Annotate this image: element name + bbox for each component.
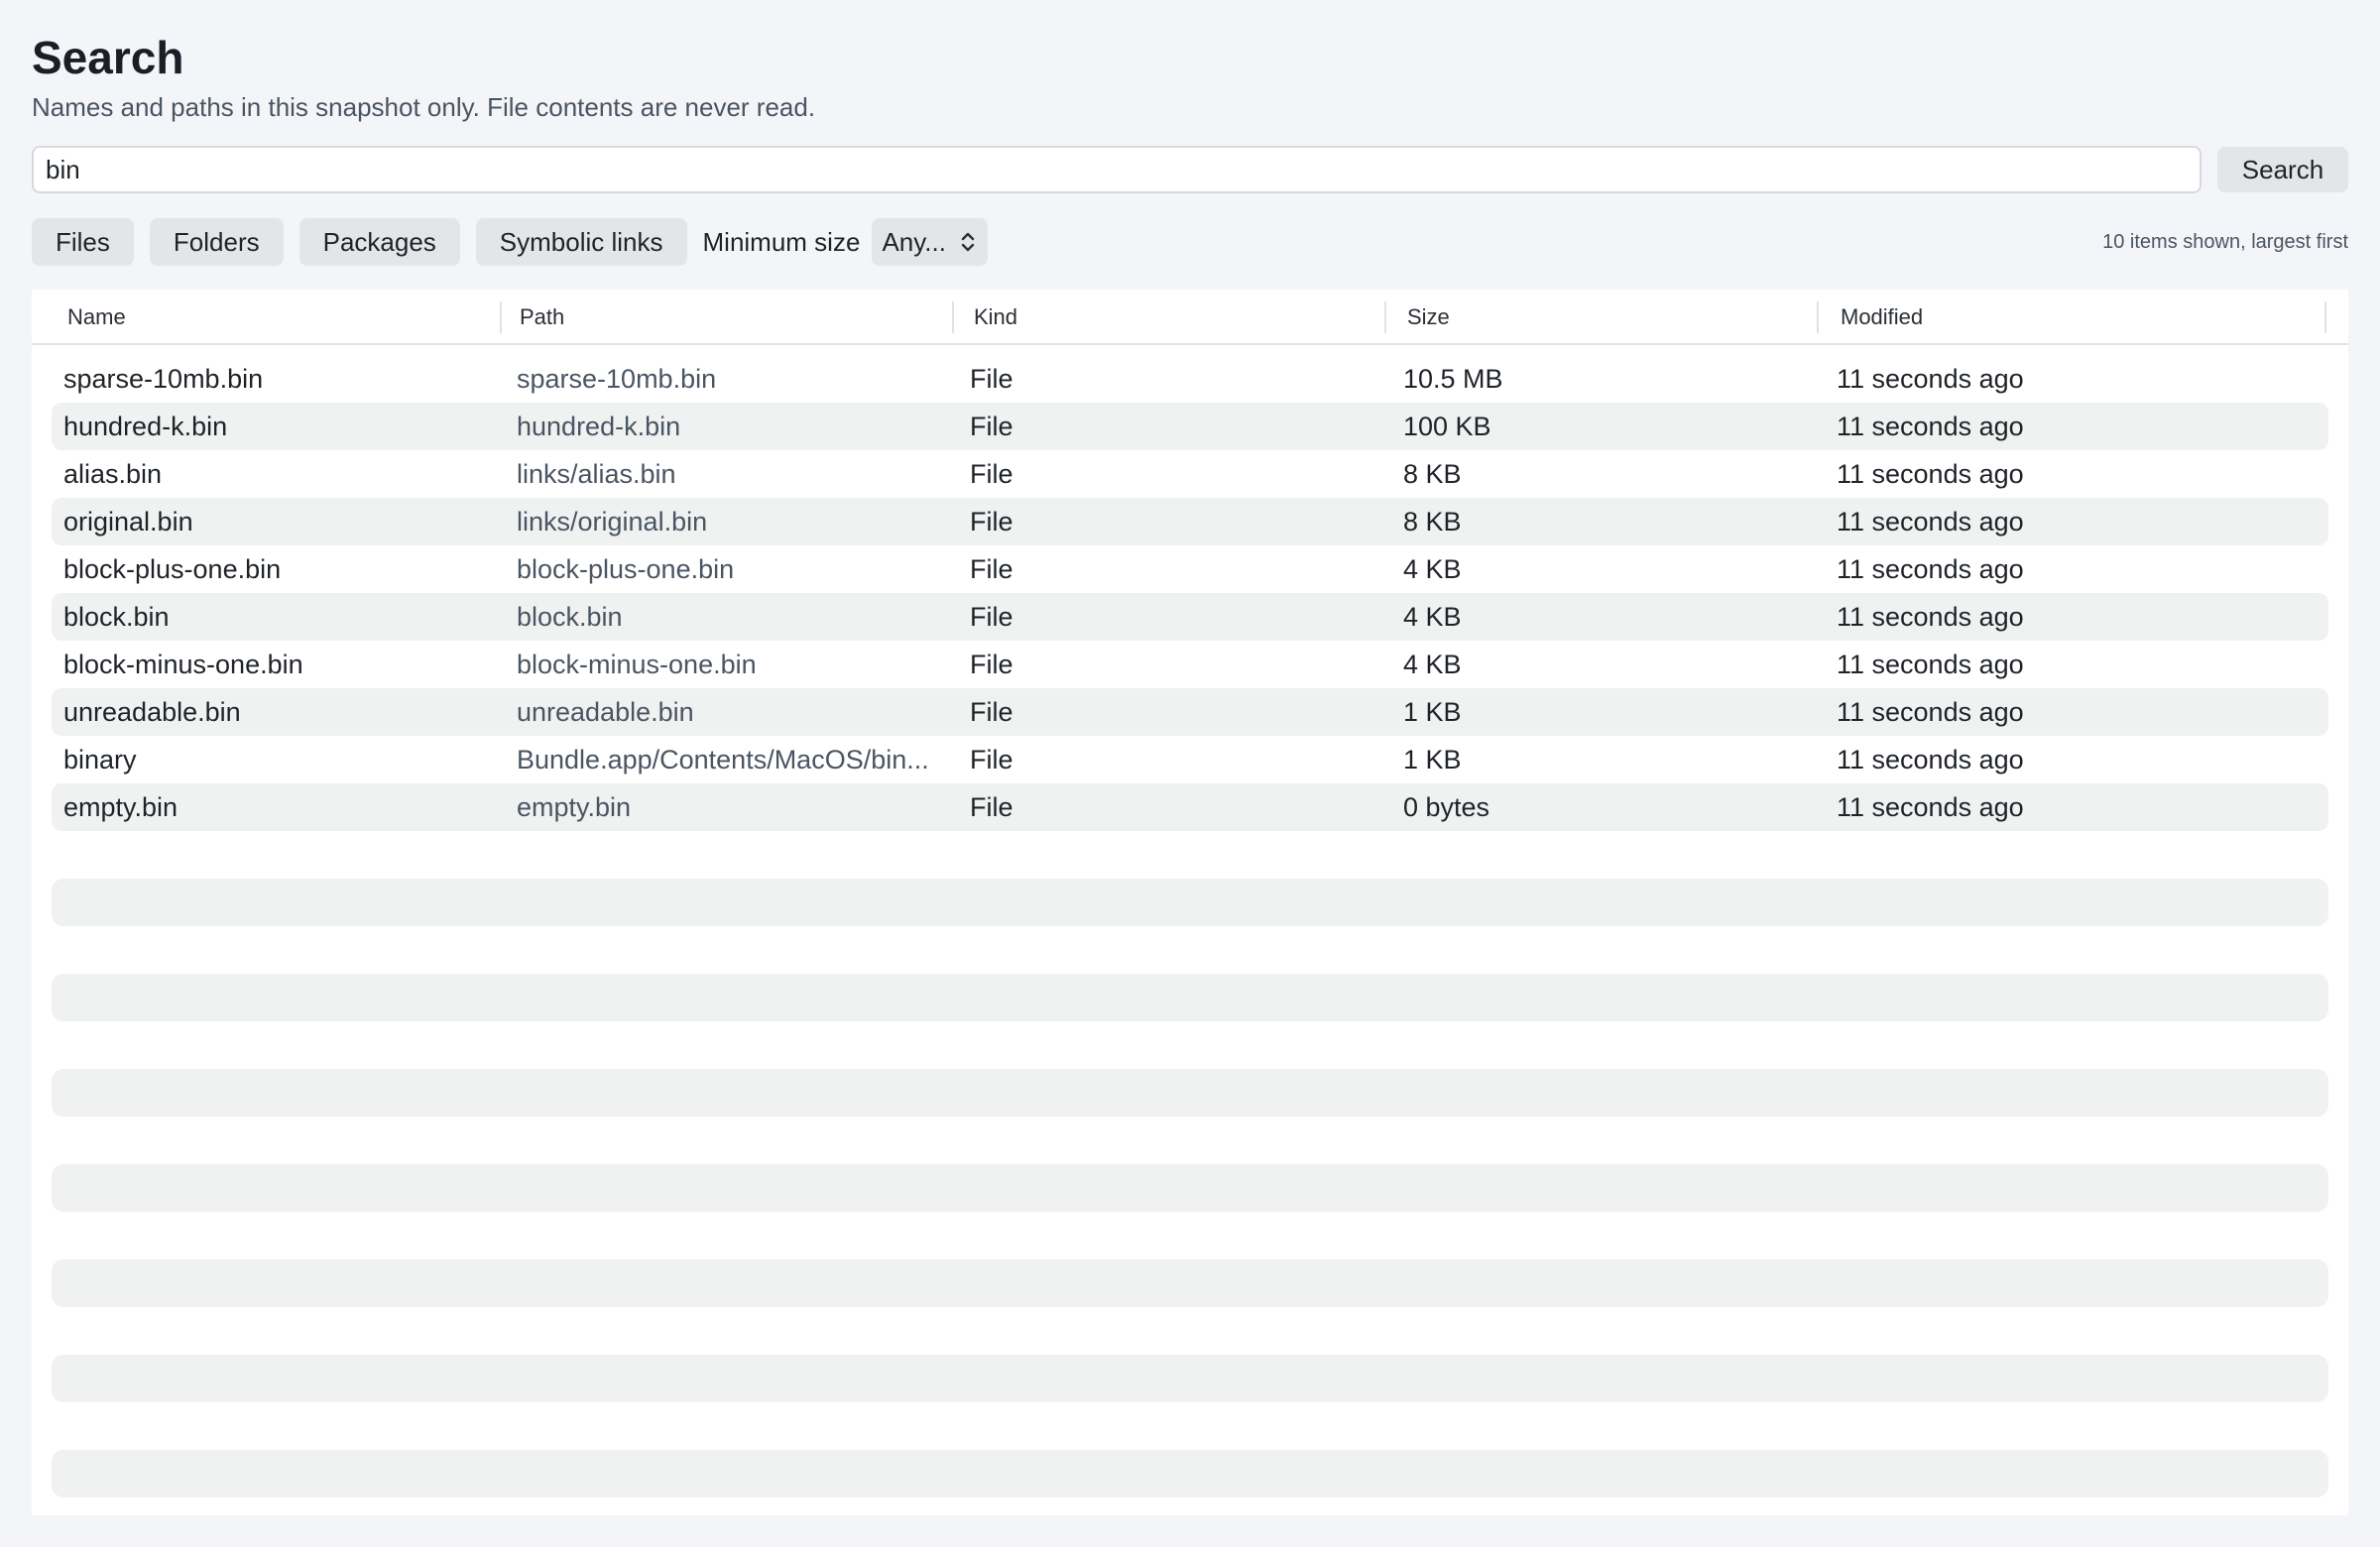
cell-kind: File [970,697,1013,727]
table-row[interactable]: original.bin links/original.bin File 8 K… [52,498,2328,545]
filter-chip-files[interactable]: Files [32,218,134,266]
cell-kind: File [970,650,1013,679]
cell-size: 0 bytes [1403,792,1490,822]
column-divider[interactable] [500,301,502,333]
page-subtitle: Names and paths in this snapshot only. F… [32,92,816,122]
filter-chip-packages[interactable]: Packages [298,218,460,266]
cell-name: hundred-k.bin [63,412,228,441]
cell-name: sparse-10mb.bin [63,364,264,394]
cell-name: alias.bin [63,459,163,489]
table-row[interactable]: block-plus-one.bin block-plus-one.bin Fi… [52,545,2328,593]
cell-modified: 11 seconds ago [1837,459,2024,489]
cell-name: block.bin [63,602,170,632]
empty-row-stripe [52,1450,2328,1497]
search-page: Search Names and paths in this snapshot … [32,0,2348,1547]
cell-path: hundred-k.bin [517,412,681,441]
cell-size: 100 KB [1403,412,1491,441]
cell-path: block.bin [517,602,623,632]
cell-path: links/original.bin [517,507,708,536]
cell-name: unreadable.bin [63,697,241,727]
empty-row-stripe [52,1164,2328,1212]
cell-size: 4 KB [1403,554,1462,584]
empty-row-stripe [52,1355,2328,1402]
cell-path: empty.bin [517,792,632,822]
table-row[interactable]: unreadable.bin unreadable.bin File 1 KB … [52,688,2328,736]
cell-kind: File [970,602,1013,632]
page-title: Search [32,32,184,83]
column-header-name[interactable]: Name [67,301,126,333]
cell-modified: 11 seconds ago [1837,650,2024,679]
column-header-size[interactable]: Size [1407,301,1450,333]
up-down-chevron-icon [960,230,976,254]
cell-modified: 11 seconds ago [1837,602,2024,632]
cell-kind: File [970,507,1013,536]
cell-path: Bundle.app/Contents/MacOS/bin... [517,745,929,774]
cell-path: unreadable.bin [517,697,694,727]
cell-kind: File [970,459,1013,489]
column-divider[interactable] [1817,301,1819,333]
empty-row-stripe [52,1259,2328,1307]
cell-kind: File [970,745,1013,774]
cell-name: block-minus-one.bin [63,650,303,679]
cell-kind: File [970,364,1013,394]
cell-size: 4 KB [1403,650,1462,679]
cell-modified: 11 seconds ago [1837,745,2024,774]
filter-chip-folders[interactable]: Folders [149,218,284,266]
cell-path: block-minus-one.bin [517,650,757,679]
search-button[interactable]: Search [2217,147,2348,192]
cell-path: block-plus-one.bin [517,554,735,584]
cell-size: 1 KB [1403,697,1462,727]
cell-kind: File [970,792,1013,822]
minimum-size-value: Any... [882,226,946,257]
empty-row-stripe [52,974,2328,1021]
table-row[interactable]: block.bin block.bin File 4 KB 11 seconds… [52,593,2328,641]
empty-row-stripe [52,879,2328,926]
minimum-size-select[interactable]: Any... [872,218,988,266]
cell-kind: File [970,412,1013,441]
cell-name: binary [63,745,137,774]
table-row[interactable]: sparse-10mb.bin sparse-10mb.bin File 10.… [52,355,2328,403]
cell-modified: 11 seconds ago [1837,554,2024,584]
table-row[interactable]: empty.bin empty.bin File 0 bytes 11 seco… [52,783,2328,831]
cell-modified: 11 seconds ago [1837,507,2024,536]
cell-modified: 11 seconds ago [1837,792,2024,822]
cell-kind: File [970,554,1013,584]
column-header-path[interactable]: Path [520,301,564,333]
cell-path: links/alias.bin [517,459,676,489]
table-header: Name Path Kind Size Modified [32,290,2348,345]
cell-size: 1 KB [1403,745,1462,774]
filter-bar: Files Folders Packages Symbolic links Mi… [32,218,988,266]
cell-size: 10.5 MB [1403,364,1503,394]
cell-size: 8 KB [1403,507,1462,536]
table-row[interactable]: block-minus-one.bin block-minus-one.bin … [52,641,2328,688]
cell-name: block-plus-one.bin [63,554,282,584]
column-divider[interactable] [1384,301,1386,333]
table-row[interactable]: alias.bin links/alias.bin File 8 KB 11 s… [52,450,2328,498]
table-row[interactable]: hundred-k.bin hundred-k.bin File 100 KB … [52,403,2328,450]
cell-size: 8 KB [1403,459,1462,489]
table-row[interactable]: binary Bundle.app/Contents/MacOS/bin... … [52,736,2328,783]
column-header-modified[interactable]: Modified [1841,301,1923,333]
minimum-size-label: Minimum size [702,226,861,257]
cell-modified: 11 seconds ago [1837,364,2024,394]
search-input[interactable] [32,146,2202,193]
results-table: Name Path Kind Size Modified sparse-10mb… [32,290,2348,1515]
filter-chip-symbolic-links[interactable]: Symbolic links [475,218,687,266]
column-header-kind[interactable]: Kind [974,301,1017,333]
cell-name: original.bin [63,507,193,536]
cell-size: 4 KB [1403,602,1462,632]
cell-path: sparse-10mb.bin [517,364,717,394]
empty-row-stripe [52,1069,2328,1117]
cell-modified: 11 seconds ago [1837,412,2024,441]
result-count-status: 10 items shown, largest first [2102,231,2348,253]
cell-name: empty.bin [63,792,178,822]
column-divider[interactable] [952,301,954,333]
cell-modified: 11 seconds ago [1837,697,2024,727]
column-divider[interactable] [2324,301,2326,333]
